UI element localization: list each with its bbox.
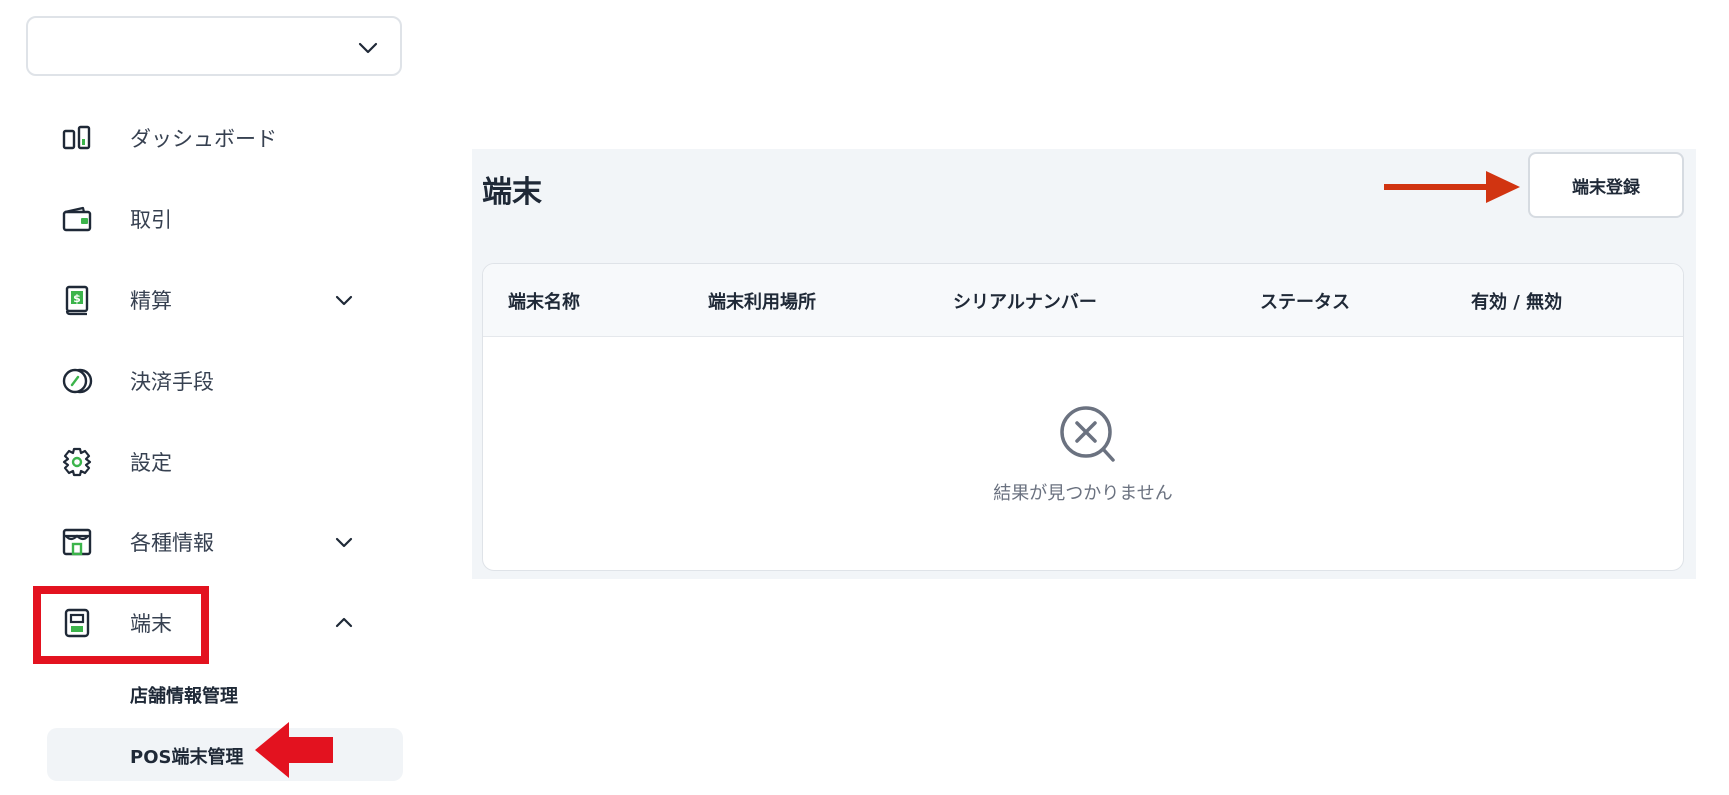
sidebar-item-label: 設定 (130, 451, 172, 475)
page-title: 端末 (482, 175, 542, 210)
column-header-serial-number[interactable]: シリアルナンバー (953, 288, 1097, 314)
settlement-icon: $ (60, 283, 94, 317)
sidebar-subitem-pos-terminal[interactable]: POS端末管理 (130, 743, 243, 769)
sidebar-item-settings[interactable]: 設定 (60, 440, 380, 484)
terminal-table: 端末名称 端末利用場所 シリアルナンバー ステータス 有効 / 無効 結果が見つ… (482, 263, 1684, 571)
sidebar-item-label: ダッシュボード (130, 127, 277, 151)
account-select[interactable] (26, 16, 402, 76)
sidebar-item-payment-methods[interactable]: 決済手段 (60, 359, 380, 403)
sidebar-item-label: 取引 (130, 208, 172, 232)
sidebar-item-settlement[interactable]: $ 精算 (60, 278, 380, 322)
sidebar-item-label: 決済手段 (130, 370, 214, 394)
sidebar-item-transactions[interactable]: 取引 (60, 197, 380, 241)
gear-icon (60, 445, 94, 479)
chevron-down-icon (358, 42, 378, 54)
sidebar-item-various-info[interactable]: 各種情報 (60, 520, 380, 564)
column-header-terminal-name[interactable]: 端末名称 (508, 288, 580, 314)
dashboard-icon (60, 121, 94, 155)
column-header-enabled[interactable]: 有効 / 無効 (1471, 288, 1562, 314)
chevron-up-icon[interactable] (332, 611, 356, 635)
terminal-panel: 端末 端末登録 端末名称 端末利用場所 シリアルナンバー ステータス 有効 / … (472, 149, 1696, 579)
empty-message: 結果が見つかりません (993, 483, 1173, 504)
annotation-highlight-box (33, 586, 209, 664)
svg-text:$: $ (73, 292, 81, 305)
store-icon (60, 525, 94, 559)
payment-method-icon (60, 364, 94, 398)
chevron-down-icon[interactable] (332, 530, 356, 554)
sidebar-subitem-store-info[interactable]: 店舗情報管理 (130, 682, 238, 708)
sidebar-item-dashboard[interactable]: ダッシュボード (60, 116, 380, 160)
column-header-status[interactable]: ステータス (1260, 288, 1350, 314)
column-header-location[interactable]: 端末利用場所 (708, 288, 816, 314)
sidebar-item-label: 各種情報 (130, 531, 214, 555)
wallet-icon (60, 202, 94, 236)
table-header: 端末名称 端末利用場所 シリアルナンバー ステータス 有効 / 無効 (483, 264, 1683, 337)
annotation-arrow-right (1384, 171, 1520, 203)
no-results-icon (1060, 406, 1115, 462)
register-terminal-button[interactable]: 端末登録 (1528, 152, 1684, 218)
sidebar-item-label: 精算 (130, 289, 172, 313)
annotation-arrow-left (255, 722, 333, 778)
chevron-down-icon[interactable] (332, 288, 356, 312)
